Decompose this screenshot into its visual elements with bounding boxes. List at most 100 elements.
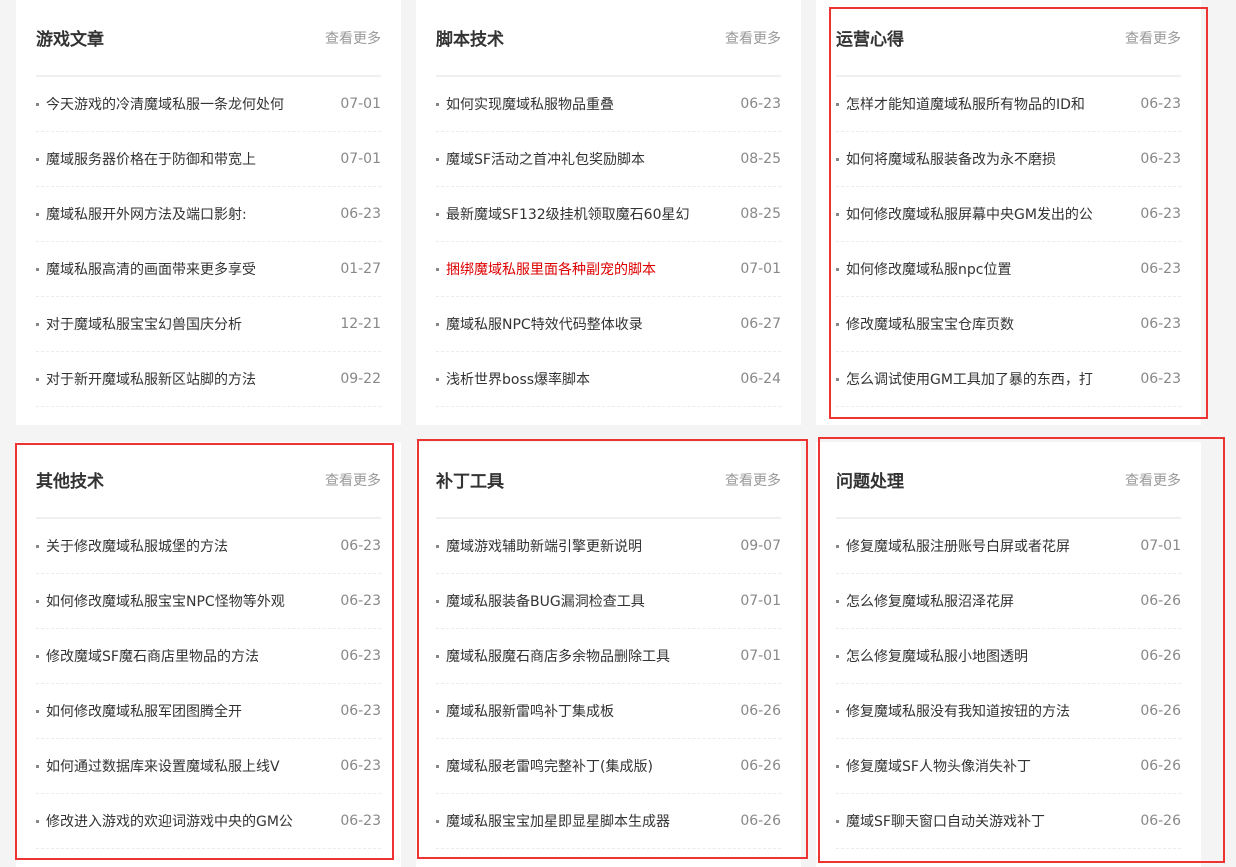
article-link[interactable]: 如何将魔域私服装备改为永不磨损 [846,149,1128,169]
article-link[interactable]: 修复魔域私服注册账号白屏或者花屏 [846,536,1128,556]
article-link[interactable]: 如何修改魔域私服宝宝NPC怪物等外观 [46,591,328,611]
article-link[interactable]: 魔域服务器价格在于防御和带宽上 [46,149,328,169]
article-link[interactable]: 修复魔域私服没有我知道按钮的方法 [846,701,1128,721]
article-date: 06-23 [340,703,381,719]
list-item[interactable]: 修改魔域私服宝宝仓库页数 06-23 [836,297,1181,352]
article-link[interactable]: 捆绑魔域私服里面各种副宠的脚本 [446,259,728,279]
panel-issue-fixes: 问题处理 查看更多 修复魔域私服注册账号白屏或者花屏 07-01 怎么修复魔域私服… [816,442,1201,867]
view-more-link[interactable]: 查看更多 [325,470,381,490]
list-item[interactable]: 如何通过数据库来设置魔域私服上线V 06-23 [36,739,381,794]
panel-title: 问题处理 [836,472,904,492]
list-item[interactable]: 魔域SF聊天窗口自动关游戏补丁 06-26 [836,794,1181,849]
list-item[interactable]: 修改进入游戏的欢迎词游戏中央的GM公 06-23 [36,794,381,849]
list-item[interactable]: 魔域私服老雷鸣完整补丁(集成版) 06-26 [436,739,781,794]
article-date: 07-01 [740,593,781,609]
list-item[interactable]: 如何修改魔域私服npc位置 06-23 [836,242,1181,297]
view-more-link[interactable]: 查看更多 [725,470,781,490]
article-link[interactable]: 怎样才能知道魔域私服所有物品的ID和 [846,94,1128,114]
article-link[interactable]: 修复魔域SF人物头像消失补丁 [846,756,1128,776]
list-item[interactable]: 怎样才能知道魔域私服所有物品的ID和 06-23 [836,77,1181,132]
article-date: 06-26 [1140,593,1181,609]
list-item[interactable]: 如何修改魔域私服宝宝NPC怪物等外观 06-23 [36,574,381,629]
list-item[interactable]: 魔域私服宝宝加星即显星脚本生成器 06-26 [436,794,781,849]
article-link[interactable]: 最新魔域SF132级挂机领取魔石60星幻 [446,204,728,224]
article-date: 06-23 [340,813,381,829]
list-item[interactable]: 魔域私服装备BUG漏洞检查工具 07-01 [436,574,781,629]
panel-title: 其他技术 [36,472,104,492]
list-item[interactable]: 怎么修复魔域私服沼泽花屏 06-26 [836,574,1181,629]
bullet-icon [836,709,839,713]
bullet-icon [836,267,839,271]
list-item[interactable]: 魔域私服新雷鸣补丁集成板 06-26 [436,684,781,739]
article-link[interactable]: 怎么修复魔域私服沼泽花屏 [846,591,1128,611]
bullet-icon [836,157,839,161]
list-item[interactable]: 关于修改魔域私服城堡的方法 06-23 [36,519,381,574]
bullet-icon [836,819,839,823]
list-item[interactable]: 魔域私服开外网方法及端口影射: 06-23 [36,187,381,242]
list-item[interactable]: 怎么修复魔域私服小地图透明 06-26 [836,629,1181,684]
article-link[interactable]: 今天游戏的冷清魔域私服一条龙何处何 [46,94,328,114]
list-item[interactable]: 魔域SF活动之首冲礼包奖励脚本 08-25 [436,132,781,187]
list-item[interactable]: 修改魔域SF魔石商店里物品的方法 06-23 [36,629,381,684]
list-item[interactable]: 捆绑魔域私服里面各种副宠的脚本 07-01 [436,242,781,297]
list-item[interactable]: 修复魔域SF人物头像消失补丁 06-26 [836,739,1181,794]
article-date: 06-26 [1140,648,1181,664]
list-item[interactable]: 最新魔域SF132级挂机领取魔石60星幻 08-25 [436,187,781,242]
article-link[interactable]: 如何修改魔域私服军团图腾全开 [46,701,328,721]
article-link[interactable]: 魔域私服开外网方法及端口影射: [46,204,328,224]
list-item[interactable]: 今天游戏的冷清魔域私服一条龙何处何 07-01 [36,77,381,132]
article-link[interactable]: 魔域私服装备BUG漏洞检查工具 [446,591,728,611]
article-link[interactable]: 浅析世界boss爆率脚本 [446,369,728,389]
list-item[interactable]: 如何修改魔域私服屏幕中央GM发出的公 06-23 [836,187,1181,242]
view-more-link[interactable]: 查看更多 [1125,28,1181,48]
article-link[interactable]: 魔域SF活动之首冲礼包奖励脚本 [446,149,728,169]
list-item[interactable]: 修复魔域私服注册账号白屏或者花屏 07-01 [836,519,1181,574]
article-link[interactable]: 修改进入游戏的欢迎词游戏中央的GM公 [46,811,328,831]
article-link[interactable]: 修改魔域私服宝宝仓库页数 [846,314,1128,334]
list-item[interactable]: 如何将魔域私服装备改为永不磨损 06-23 [836,132,1181,187]
view-more-link[interactable]: 查看更多 [325,28,381,48]
list-item[interactable]: 浅析世界boss爆率脚本 06-24 [436,352,781,407]
list-item[interactable]: 如何实现魔域私服物品重叠 06-23 [436,77,781,132]
article-list: 魔域游戏辅助新端引擎更新说明 09-07 魔域私服装备BUG漏洞检查工具 07-01… [436,519,781,849]
list-item[interactable]: 修复魔域私服没有我知道按钮的方法 06-26 [836,684,1181,739]
list-item[interactable]: 魔域游戏辅助新端引擎更新说明 09-07 [436,519,781,574]
bullet-icon [436,764,439,768]
article-list: 怎样才能知道魔域私服所有物品的ID和 06-23 如何将魔域私服装备改为永不磨损 0… [836,77,1181,407]
list-item[interactable]: 如何修改魔域私服军团图腾全开 06-23 [36,684,381,739]
panel-title: 脚本技术 [436,30,504,50]
article-link[interactable]: 对于新开魔域私服新区站脚的方法 [46,369,328,389]
article-date: 07-01 [340,96,381,112]
view-more-link[interactable]: 查看更多 [1125,470,1181,490]
article-date: 06-26 [740,703,781,719]
article-link[interactable]: 怎么修复魔域私服小地图透明 [846,646,1128,666]
list-item[interactable]: 对于新开魔域私服新区站脚的方法 09-22 [36,352,381,407]
article-link[interactable]: 如何修改魔域私服屏幕中央GM发出的公 [846,204,1128,224]
article-date: 06-23 [1140,316,1181,332]
article-link[interactable]: 魔域私服宝宝加星即显星脚本生成器 [446,811,728,831]
article-link[interactable]: 关于修改魔域私服城堡的方法 [46,536,328,556]
list-item[interactable]: 魔域私服魔石商店多余物品删除工具 07-01 [436,629,781,684]
article-link[interactable]: 魔域SF聊天窗口自动关游戏补丁 [846,811,1128,831]
list-item[interactable]: 魔域私服高清的画面带来更多享受 01-27 [36,242,381,297]
article-link[interactable]: 魔域私服魔石商店多余物品删除工具 [446,646,728,666]
article-link[interactable]: 如何实现魔域私服物品重叠 [446,94,728,114]
article-link[interactable]: 魔域游戏辅助新端引擎更新说明 [446,536,728,556]
list-item[interactable]: 魔域私服NPC特效代码整体收录 06-27 [436,297,781,352]
list-item[interactable]: 怎么调试使用GM工具加了暴的东西，打 06-23 [836,352,1181,407]
view-more-link[interactable]: 查看更多 [725,28,781,48]
article-link[interactable]: 魔域私服高清的画面带来更多享受 [46,259,328,279]
list-item[interactable]: 魔域服务器价格在于防御和带宽上 07-01 [36,132,381,187]
article-link[interactable]: 魔域私服新雷鸣补丁集成板 [446,701,728,721]
article-link[interactable]: 魔域私服老雷鸣完整补丁(集成版) [446,756,728,776]
bullet-icon [36,764,39,768]
article-link[interactable]: 如何修改魔域私服npc位置 [846,259,1128,279]
article-link[interactable]: 魔域私服NPC特效代码整体收录 [446,314,728,334]
article-link[interactable]: 对于魔域私服宝宝幻兽国庆分析 [46,314,328,334]
article-link[interactable]: 怎么调试使用GM工具加了暴的东西，打 [846,369,1128,389]
article-date: 07-01 [740,648,781,664]
article-link[interactable]: 修改魔域SF魔石商店里物品的方法 [46,646,328,666]
list-item[interactable]: 对于魔域私服宝宝幻兽国庆分析 12-21 [36,297,381,352]
article-link[interactable]: 如何通过数据库来设置魔域私服上线V [46,756,328,776]
bullet-icon [836,599,839,603]
